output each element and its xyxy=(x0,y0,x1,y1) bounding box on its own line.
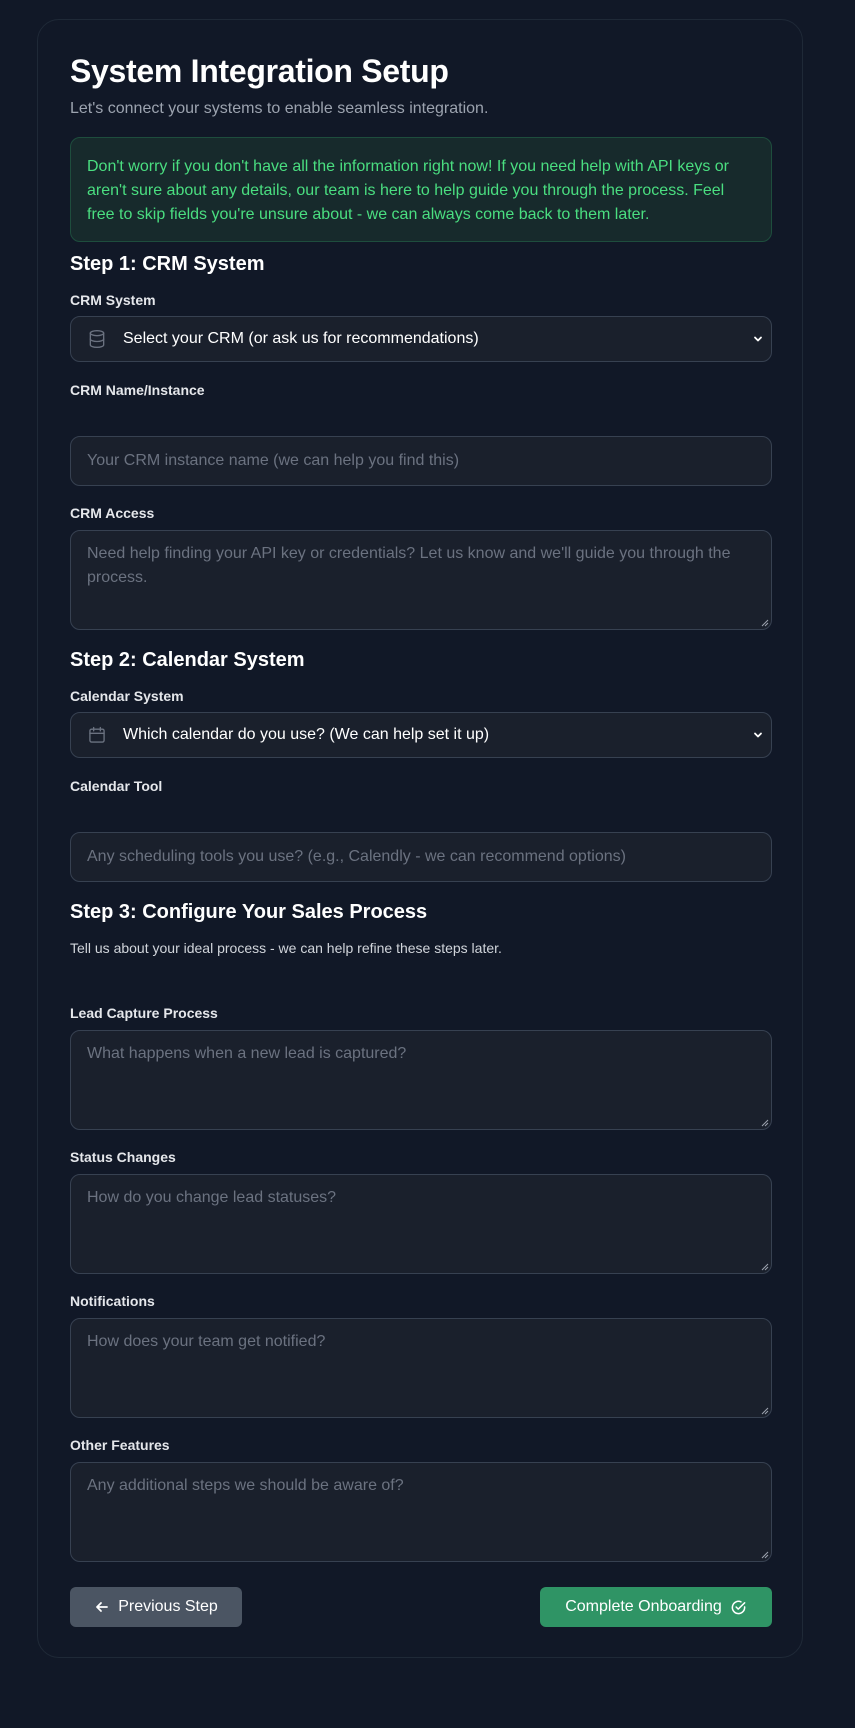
other-features-label: Other Features xyxy=(70,1437,170,1453)
database-icon xyxy=(71,329,123,349)
previous-step-label: Previous Step xyxy=(118,1598,218,1615)
calendar-system-label: Calendar System xyxy=(70,688,184,704)
step3-title: Step 3: Configure Your Sales Process xyxy=(70,901,428,923)
calendar-system-select[interactable]: Which calendar do you use? (We can help … xyxy=(70,712,772,758)
complete-onboarding-button[interactable]: Complete Onboarding xyxy=(540,1587,772,1627)
resize-handle-icon[interactable] xyxy=(759,1117,769,1127)
page-subtitle: Let's connect your systems to enable sea… xyxy=(70,100,489,117)
resize-handle-icon[interactable] xyxy=(759,1261,769,1271)
crm-name-placeholder: Your CRM instance name (we can help you … xyxy=(87,452,460,469)
calendar-tool-placeholder: Any scheduling tools you use? (e.g., Cal… xyxy=(87,848,626,865)
lead-capture-label: Lead Capture Process xyxy=(70,1005,218,1021)
resize-handle-icon[interactable] xyxy=(759,1549,769,1559)
resize-handle-icon[interactable] xyxy=(759,1405,769,1415)
help-notice-text: Don't worry if you don't have all the in… xyxy=(87,158,729,223)
notifications-label: Notifications xyxy=(70,1293,155,1309)
step3-helper-text: Tell us about your ideal process - we ca… xyxy=(70,940,502,956)
chevron-down-icon xyxy=(745,333,771,345)
status-changes-placeholder: How do you change lead statuses? xyxy=(87,1189,337,1206)
step1-title: Step 1: CRM System xyxy=(70,253,265,275)
crm-system-selected-value: Select your CRM (or ask us for recommend… xyxy=(123,330,479,347)
check-circle-icon xyxy=(731,1600,746,1614)
help-notice: Don't worry if you don't have all the in… xyxy=(70,137,772,242)
calendar-tool-input[interactable]: Any scheduling tools you use? (e.g., Cal… xyxy=(70,832,772,882)
previous-step-button[interactable]: Previous Step xyxy=(70,1587,242,1627)
calendar-icon xyxy=(71,725,123,745)
resize-handle-icon[interactable] xyxy=(759,617,769,627)
page-title: System Integration Setup xyxy=(70,53,449,89)
crm-name-label: CRM Name/Instance xyxy=(70,382,205,398)
crm-system-select[interactable]: Select your CRM (or ask us for recommend… xyxy=(70,316,772,362)
lead-capture-placeholder: What happens when a new lead is captured… xyxy=(87,1045,407,1062)
step2-title: Step 2: Calendar System xyxy=(70,649,305,671)
crm-access-label: CRM Access xyxy=(70,505,155,521)
complete-onboarding-label: Complete Onboarding xyxy=(565,1598,722,1615)
crm-access-textarea[interactable]: Need help finding your API key or creden… xyxy=(70,530,772,630)
crm-name-input[interactable]: Your CRM instance name (we can help you … xyxy=(70,436,772,486)
notifications-textarea[interactable]: How does your team get notified? xyxy=(70,1318,772,1418)
status-changes-textarea[interactable]: How do you change lead statuses? xyxy=(70,1174,772,1274)
calendar-tool-label: Calendar Tool xyxy=(70,778,163,794)
calendar-system-selected-value: Which calendar do you use? (We can help … xyxy=(123,726,490,743)
integration-setup-card: System Integration Setup Let's connect y… xyxy=(37,19,803,1658)
other-features-textarea[interactable]: Any additional steps we should be aware … xyxy=(70,1462,772,1562)
crm-system-label: CRM System xyxy=(70,292,156,308)
lead-capture-textarea[interactable]: What happens when a new lead is captured… xyxy=(70,1030,772,1130)
arrow-left-icon xyxy=(96,1602,109,1612)
notifications-placeholder: How does your team get notified? xyxy=(87,1333,326,1350)
status-changes-label: Status Changes xyxy=(70,1149,176,1165)
other-features-placeholder: Any additional steps we should be aware … xyxy=(87,1477,404,1494)
crm-access-placeholder: Need help finding your API key or creden… xyxy=(87,545,731,586)
chevron-down-icon xyxy=(745,729,771,741)
